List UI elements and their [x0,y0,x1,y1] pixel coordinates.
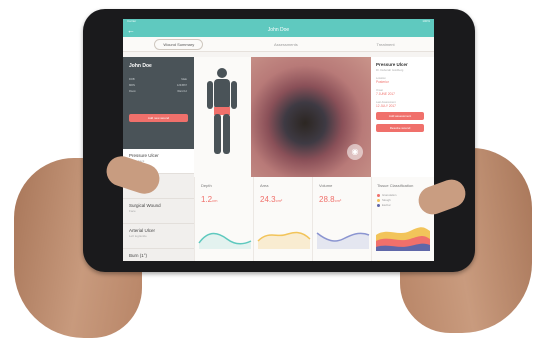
tab-bar: Wound Summary Assessments Treatment [123,37,434,52]
resolve-wound-button[interactable]: Resolve wound [376,124,424,132]
tissue-title: Tissue Classification [377,183,414,188]
metric-number: 1.2 [201,195,213,204]
legend-label: Granulation [382,193,397,197]
wound-name: Burn (1°) [129,253,148,258]
field-value: Posterior [376,80,389,84]
tissue-stacked-chart [376,227,430,251]
area-metric: Area 24.3cm² [253,177,313,261]
metric-label: Depth [201,183,212,188]
legend-label: Eschar [382,203,391,207]
patient-info: DOB Male MRN 1234567 Room Ward 12 [129,77,187,95]
list-item[interactable]: Burn (1°) [123,249,194,261]
patient-name: John Doe [129,63,152,69]
metric-number: 28.8 [319,195,335,204]
wound-detail: Pressure Ulcer Dr. Deborah Goldberg Loca… [371,57,434,177]
depth-metric: Depth 1.2cm [194,177,254,261]
metric-label: Area [260,183,269,188]
metric-value: 1.2cm [201,195,217,204]
legend-dot [377,193,380,197]
metric-label: Volume [319,183,333,188]
info-value: Ward 12 [177,90,187,93]
detail-subtitle: Dr. Deborah Goldberg [376,68,404,72]
detail-title: Pressure Ulcer [376,62,408,67]
legend-item: Eschar [377,203,396,208]
body-map [194,57,251,177]
wound-name: Pressure Ulcer [129,153,159,158]
tissue-legend: Granulation Slough Eschar [377,193,396,208]
wound-location: Face [129,209,136,213]
list-item[interactable]: Arterial Ulcer Left leg/ankle [123,224,194,249]
tab-wound-summary[interactable]: Wound Summary [154,38,204,50]
wound-name: Arterial Ulcer [129,228,156,233]
camera-icon[interactable]: ◉ [347,144,363,160]
wound-location: Left leg/ankle [129,234,147,238]
page-title: John Doe [267,27,290,33]
add-wound-button[interactable]: Add new wound [129,114,188,122]
volume-trend-chart [316,232,370,249]
legend-dot [377,198,380,202]
legend-dot [377,203,380,207]
body-figure-icon[interactable] [194,57,251,177]
list-item[interactable]: Surgical Wound Face [123,199,194,224]
tab-assessments[interactable]: Assessments [266,40,306,49]
metric-unit: cm² [275,198,283,203]
patient-card: John Doe DOB Male MRN 1234567 Room Ward 12 … [123,57,194,149]
legend-label: Slough [382,198,391,202]
metric-number: 24.3 [260,195,276,204]
info-key: Room [129,90,136,93]
metric-unit: cm [212,198,218,203]
area-trend-chart [257,231,311,249]
tab-treatment[interactable]: Treatment [369,40,403,49]
add-assessment-button[interactable]: Add assessment [376,112,424,120]
metric-value: 24.3cm² [260,195,282,204]
volume-metric: Volume 28.8cm³ [312,177,372,261]
metric-unit: cm³ [334,198,342,203]
app-screen: Carrier 100% ← John Doe Wound Summary As… [123,19,434,261]
field-value: 7 JUNE 2017 [376,92,395,96]
metric-value: 28.8cm³ [319,195,341,204]
depth-trend-chart [198,232,252,249]
field-value: 12 JULY 2017 [376,104,396,108]
wound-name: Surgical Wound [129,203,161,208]
app-header: ← John Doe [123,25,434,37]
